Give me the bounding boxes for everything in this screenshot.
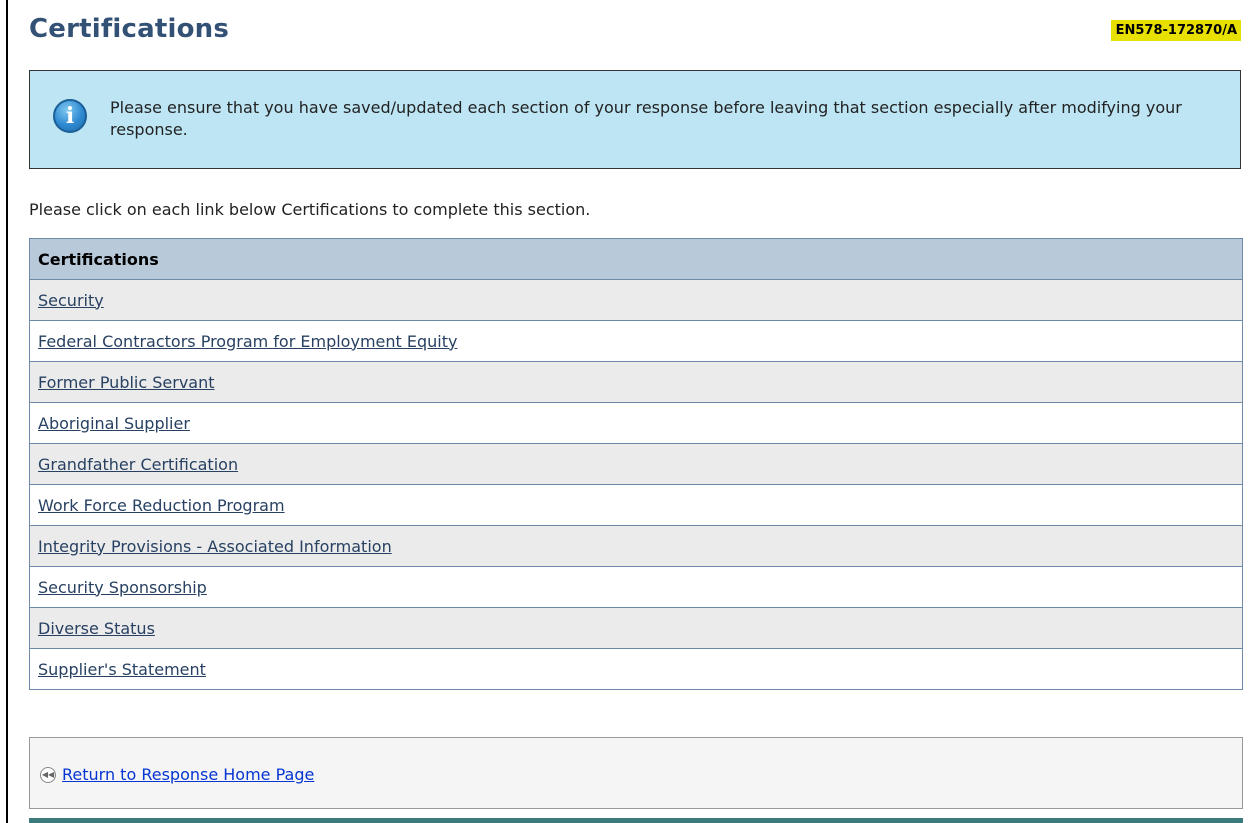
rewind-icon: ◀◀ (40, 766, 56, 783)
info-message-box: i Please ensure that you have saved/upda… (29, 70, 1241, 169)
return-to-home-link[interactable]: ◀◀ Return to Response Home Page (40, 765, 314, 784)
link-suppliers-statement[interactable]: Supplier's Statement (38, 660, 206, 679)
info-icon: i (53, 99, 87, 133)
link-work-force-reduction-program[interactable]: Work Force Reduction Program (38, 496, 285, 515)
info-message-text: Please ensure that you have saved/update… (110, 98, 1182, 139)
link-federal-contractors-program[interactable]: Federal Contractors Program for Employme… (38, 332, 457, 351)
link-integrity-provisions[interactable]: Integrity Provisions - Associated Inform… (38, 537, 392, 556)
return-link-label: Return to Response Home Page (62, 765, 315, 784)
table-row: Supplier's Statement (29, 648, 1243, 690)
link-security[interactable]: Security (38, 291, 104, 310)
table-row: Federal Contractors Program for Employme… (29, 320, 1243, 362)
link-grandfather-certification[interactable]: Grandfather Certification (38, 455, 238, 474)
table-row: Diverse Status (29, 607, 1243, 649)
link-former-public-servant[interactable]: Former Public Servant (38, 373, 215, 392)
table-header-certifications: Certifications (29, 238, 1243, 280)
table-header-row: Certifications (29, 238, 1243, 280)
reference-number-badge: EN578-172870/A (1110, 20, 1241, 41)
link-diverse-status[interactable]: Diverse Status (38, 619, 155, 638)
table-row: Security (29, 279, 1243, 321)
certifications-table: Certifications Security Federal Contract… (29, 238, 1243, 690)
table-row: Integrity Provisions - Associated Inform… (29, 525, 1243, 567)
page-title: Certifications (29, 14, 230, 44)
table-row: Work Force Reduction Program (29, 484, 1243, 526)
table-row: Former Public Servant (29, 361, 1243, 403)
link-aboriginal-supplier[interactable]: Aboriginal Supplier (38, 414, 190, 433)
bottom-bar (29, 818, 1243, 823)
table-row: Security Sponsorship (29, 566, 1243, 608)
instruction-text: Please click on each link below Certific… (29, 200, 591, 219)
footer-navigation-box: ◀◀ Return to Response Home Page (29, 737, 1243, 809)
link-security-sponsorship[interactable]: Security Sponsorship (38, 578, 207, 597)
table-row: Grandfather Certification (29, 443, 1243, 485)
table-row: Aboriginal Supplier (29, 402, 1243, 444)
left-border (6, 0, 8, 823)
page-header: Certifications EN578-172870/A (29, 10, 1243, 50)
